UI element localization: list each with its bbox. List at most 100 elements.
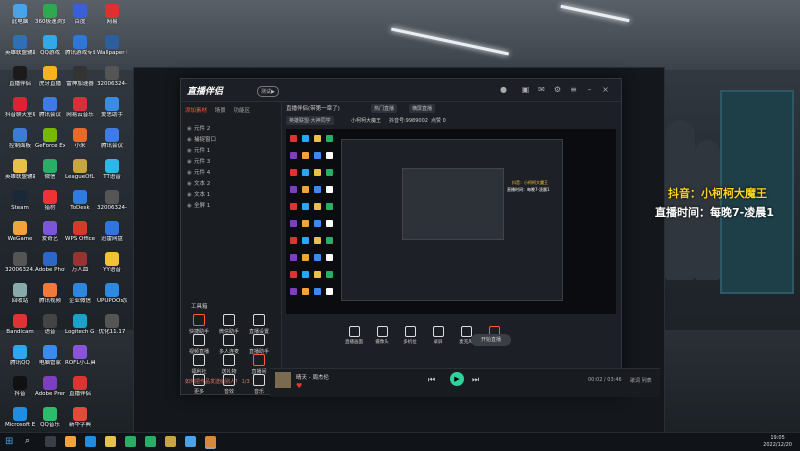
explorer-taskbar-icon[interactable]	[105, 436, 116, 447]
system-clock[interactable]: 19:05 2022/12/20	[763, 435, 792, 449]
desktop-icon[interactable]: 腾讯QQ	[5, 345, 35, 366]
desktop-icon[interactable]: 虎牙直播	[35, 66, 65, 87]
scene-item[interactable]: ◉ 元件 2	[187, 124, 210, 132]
scene-item[interactable]: ◉ 元件 3	[187, 157, 210, 165]
desktop-icon[interactable]: TT语音	[97, 159, 127, 180]
desktop-icon[interactable]: GeForce Experience	[35, 128, 65, 149]
desktop-icon[interactable]: WeGame	[5, 221, 35, 242]
desktop-icon[interactable]: 万人血	[65, 252, 95, 273]
tool-button[interactable]: 直播间	[245, 354, 273, 375]
desktop-icon[interactable]: 新华字典	[65, 407, 95, 428]
chrome-taskbar-icon[interactable]	[65, 436, 76, 447]
desktop-icon[interactable]: 直播伴侣	[5, 66, 35, 87]
desktop-icon[interactable]: Wallpaper Engine	[97, 35, 127, 56]
minimize-icon[interactable]: –	[585, 85, 594, 94]
tool-button[interactable]: 直播助手	[245, 334, 273, 355]
tip-banner[interactable]: 如何把作品发送给别人？ 1/3	[185, 378, 277, 385]
app-taskbar-icon[interactable]	[185, 436, 196, 447]
next-track-icon[interactable]: ⏭	[472, 375, 479, 385]
desktop-icon[interactable]: 抖音	[5, 376, 35, 397]
hot-stream-pill[interactable]: 热门直播	[371, 104, 398, 113]
prev-track-icon[interactable]: ⏮	[428, 375, 435, 385]
bottom-tool-button[interactable]: 录屏	[425, 326, 451, 345]
eye-icon[interactable]: ◉	[187, 170, 194, 176]
desktop-icon[interactable]: 英雄联盟辅助 bgm	[5, 159, 35, 180]
tool-button[interactable]: 视频直播	[185, 334, 213, 355]
desktop-icon[interactable]: YY语音	[97, 252, 127, 273]
desktop-icon[interactable]: UPUPOO动态桌面	[97, 283, 127, 304]
desktop-icon[interactable]: Steam	[5, 190, 35, 211]
desktop-icon[interactable]: 英雄联盟辅助	[5, 35, 35, 56]
tab-scene[interactable]: 场景	[215, 108, 226, 114]
scene-item[interactable]: ◉ 全屏 1	[187, 201, 210, 209]
desktop-icon[interactable]: LeagueOfL...	[65, 159, 95, 180]
desktop-icon[interactable]: 腾讯会议	[97, 128, 127, 149]
eye-icon[interactable]: ◉	[187, 126, 194, 132]
orientation-pill[interactable]: 横屏直播	[409, 104, 436, 113]
avatar-icon[interactable]: ●	[499, 85, 508, 94]
desktop-icon[interactable]: 抖音聊天室编辑	[5, 97, 35, 118]
version-badge[interactable]: 测试▶	[257, 86, 279, 97]
player-tabs[interactable]: 歌词 列表	[630, 377, 652, 384]
tool-button[interactable]: 快捷助手	[185, 314, 213, 335]
eye-icon[interactable]: ◉	[187, 203, 194, 209]
desktop-icon[interactable]: Microsoft Edge	[5, 407, 35, 428]
tab-add-source[interactable]: 添加素材	[185, 108, 207, 114]
desktop-icon[interactable]: 小米	[65, 128, 95, 149]
desktop-icon[interactable]: 语音	[35, 314, 65, 335]
desktop-icon[interactable]: ROFL小工具	[65, 345, 95, 366]
tab-function[interactable]: 功能区	[234, 108, 251, 114]
play-icon[interactable]: ▶	[450, 372, 464, 386]
desktop-icon[interactable]: 腾讯游戏专业加速器	[65, 35, 95, 56]
desktop-icon[interactable]: 腾讯会议	[35, 97, 65, 118]
desktop-icon[interactable]: 360极速浏览器	[35, 4, 65, 25]
scene-item[interactable]: ◉ 元件 4	[187, 168, 210, 176]
tool-button[interactable]: 多人连麦	[215, 334, 243, 355]
desktop-icon[interactable]: 迅雷网盘	[97, 221, 127, 242]
scene-item[interactable]: ◉ 元件 1	[187, 146, 210, 154]
desktop-icon[interactable]: 电脑管家	[35, 345, 65, 366]
tool-button[interactable]: 送礼物	[215, 354, 243, 375]
desktop-icon[interactable]: 微信	[35, 159, 65, 180]
desktop-icon[interactable]: 企业微信	[65, 283, 95, 304]
gift-icon[interactable]: ▣	[521, 85, 530, 94]
desktop-icon[interactable]: 爱思助手	[97, 97, 127, 118]
eye-icon[interactable]: ◉	[187, 192, 194, 198]
wechat-taskbar-icon[interactable]	[125, 436, 136, 447]
bottom-tool-button[interactable]: 多机位	[397, 326, 423, 345]
desktop-icon[interactable]: 百度	[65, 4, 95, 25]
desktop-icon[interactable]: 32006324-李涛26	[97, 66, 127, 87]
desktop-icon[interactable]: 控制面板	[5, 128, 35, 149]
category-pill[interactable]: 英雄联盟·大神同学	[286, 116, 334, 125]
bottom-tool-button[interactable]: 摄像头	[369, 326, 395, 345]
start-stream-button[interactable]: 开始直播	[471, 334, 511, 346]
stream-companion-taskbar-icon[interactable]	[205, 436, 216, 449]
desktop-icon[interactable]: WPS Office	[65, 221, 95, 242]
edge-taskbar-icon[interactable]	[85, 436, 96, 447]
desktop-icon[interactable]: 网易	[97, 4, 127, 25]
settings-icon[interactable]: ⚙	[553, 85, 562, 94]
close-icon[interactable]: ×	[601, 85, 610, 94]
tool-button[interactable]: 直播设置	[245, 314, 273, 335]
start-icon[interactable]: ⊞	[5, 436, 16, 447]
desktop-icon[interactable]: 32006324...	[5, 252, 35, 273]
desktop-icon[interactable]: QQ音乐	[35, 407, 65, 428]
desktop-icon[interactable]: 优化11.17	[97, 314, 127, 335]
desktop-icon[interactable]: QQ游戏	[35, 35, 65, 56]
desktop-icon[interactable]: Adobe Premie...	[35, 376, 65, 397]
scene-item[interactable]: ◉ 文本 2	[187, 179, 210, 187]
desktop-icon[interactable]: 直播伴侣	[65, 376, 95, 397]
bottom-tool-button[interactable]: 直播画面	[341, 326, 367, 345]
desktop-icon[interactable]: Logitech G HUB	[65, 314, 95, 335]
heart-icon[interactable]: ♥	[296, 382, 302, 390]
eye-icon[interactable]: ◉	[187, 181, 194, 187]
desktop-icon[interactable]: 爱奇艺	[35, 221, 65, 242]
scene-item[interactable]: ◉ 捕捉窗口	[187, 135, 216, 143]
menu-icon[interactable]: ≡	[569, 85, 578, 94]
desktop-icon[interactable]: 此电脑	[5, 4, 35, 25]
eye-icon[interactable]: ◉	[187, 159, 194, 165]
message-icon[interactable]: ✉	[537, 85, 546, 94]
eye-icon[interactable]: ◉	[187, 137, 194, 143]
desktop-icon[interactable]: Adobe Photosh...	[35, 252, 65, 273]
desktop-icon[interactable]: 雷神加速器	[65, 66, 95, 87]
